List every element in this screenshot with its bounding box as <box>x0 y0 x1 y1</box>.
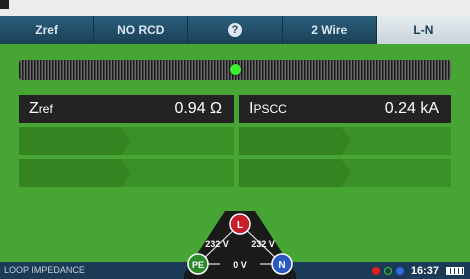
battery-icon <box>446 266 464 275</box>
tab-l-n[interactable]: L-N <box>376 16 470 44</box>
zref-label: Zref <box>29 100 53 117</box>
ipscc-reading: IPSCC 0.24 kA <box>239 95 451 123</box>
svg-text:PE: PE <box>192 260 204 270</box>
empty-reading <box>239 159 451 187</box>
tab-label: L-N <box>413 23 434 37</box>
status-dot-green-icon <box>383 266 392 275</box>
clock: 16:37 <box>410 264 439 277</box>
tab-label: Zref <box>35 23 58 37</box>
voltage-l-n: 232 V <box>251 239 275 249</box>
logo-icon <box>0 0 9 9</box>
tab-no-rcd[interactable]: NO RCD <box>94 16 189 44</box>
tab-bar: Zref NO RCD ? 2 Wire L-N <box>0 16 470 44</box>
terminal-n-icon: N <box>271 253 293 275</box>
help-icon: ? <box>228 23 242 37</box>
tab-zref[interactable]: Zref <box>0 16 95 44</box>
terminal-pe-icon: PE <box>187 253 209 275</box>
tab-label: NO RCD <box>117 23 165 37</box>
tab-label: 2 Wire <box>311 23 348 37</box>
empty-reading <box>19 159 234 187</box>
status-indicators: 16:37 <box>371 262 464 279</box>
tab-2-wire[interactable]: 2 Wire <box>282 16 377 44</box>
ipscc-value: 0.24 kA <box>384 100 439 117</box>
empty-reading <box>239 127 451 155</box>
terminal-l-icon: L <box>229 213 251 235</box>
voltage-pe-n: 0 V <box>233 260 247 270</box>
zref-value: 0.94 Ω <box>174 100 222 117</box>
connection-diagram: 232 V 232 V 0 V L PE N <box>184 211 296 279</box>
svg-text:N: N <box>278 260 285 271</box>
top-strip <box>0 0 470 16</box>
status-dot-blue-icon <box>395 266 404 275</box>
tab-help[interactable]: ? <box>188 16 283 44</box>
zref-reading: Zref 0.94 Ω <box>19 95 234 123</box>
ipscc-label: IPSCC <box>249 100 287 117</box>
empty-reading <box>19 127 234 155</box>
level-meter <box>19 60 451 80</box>
svg-text:L: L <box>237 220 243 231</box>
mode-label: LOOP IMPEDANCE <box>4 265 85 275</box>
meter-marker-icon <box>229 64 241 75</box>
status-dot-red-icon <box>371 266 380 275</box>
voltage-l-pe: 232 V <box>205 239 229 249</box>
